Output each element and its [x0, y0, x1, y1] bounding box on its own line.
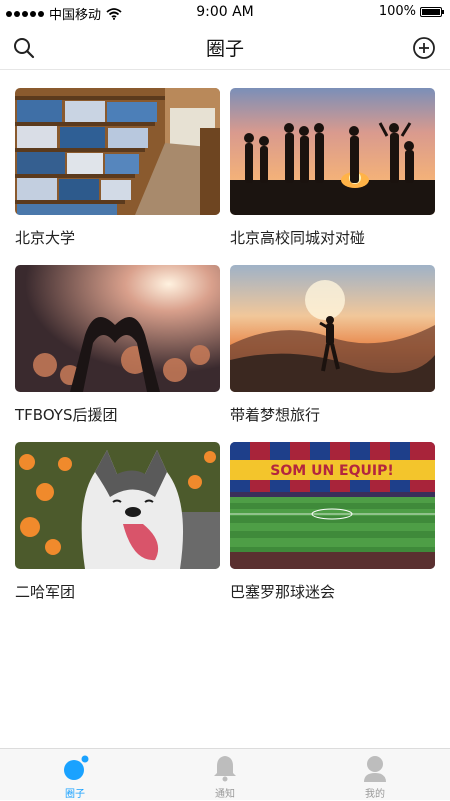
tab-label: 圈子: [65, 789, 85, 800]
battery-icon: [420, 6, 444, 17]
library-image: [15, 88, 220, 215]
tab-profile[interactable]: 我的: [300, 749, 450, 801]
circle-name: TFBOYS后援团: [15, 406, 118, 424]
circle-card-barcelona-fanclub[interactable]: SOM UN EQUIP! 巴塞罗那球迷会: [230, 442, 435, 602]
tab-label: 我的: [365, 789, 385, 800]
circle-card-beijing-college-meetup[interactable]: 北京高校同城对对碰: [230, 88, 435, 248]
concert-image: [15, 265, 220, 392]
circle-name: 巴塞罗那球迷会: [230, 583, 336, 601]
tab-notifications[interactable]: 通知: [150, 749, 300, 801]
status-right: 100%: [378, 4, 444, 19]
tab-label: 通知: [215, 789, 235, 800]
hiker-sunset-image: [230, 265, 435, 392]
battery-percent: 100%: [378, 4, 416, 19]
tab-bar: 圈子 通知 我的: [0, 748, 450, 800]
circle-card-peking-university[interactable]: 北京大学: [15, 88, 220, 248]
circle-card-husky-legion[interactable]: 二哈军团: [15, 442, 220, 602]
circle-card-tfboys-fanclub[interactable]: TFBOYS后援团: [15, 265, 220, 425]
stadium-banner: SOM UN EQUIP!: [270, 463, 393, 479]
bell-icon: [214, 756, 236, 782]
user-icon: [364, 756, 386, 782]
circle-name: 带着梦想旅行: [230, 406, 321, 424]
circle-name: 二哈军团: [15, 583, 76, 601]
bonfire-image: [230, 88, 435, 215]
husky-image: [15, 442, 220, 569]
nav-bar: 圈子: [0, 24, 450, 70]
circle-card-travel-with-dreams[interactable]: 带着梦想旅行: [230, 265, 435, 425]
circle-name: 北京高校同城对对碰: [230, 229, 366, 247]
tab-circles[interactable]: 圈子: [0, 749, 150, 801]
page-title: 圈子: [205, 38, 244, 60]
add-circle-icon[interactable]: [412, 36, 436, 60]
stadium-image: SOM UN EQUIP!: [230, 442, 435, 569]
circle-dot-icon: [64, 755, 89, 780]
status-bar: 中国移动 9:00 AM 100%: [0, 0, 450, 24]
circle-name: 北京大学: [15, 229, 76, 247]
